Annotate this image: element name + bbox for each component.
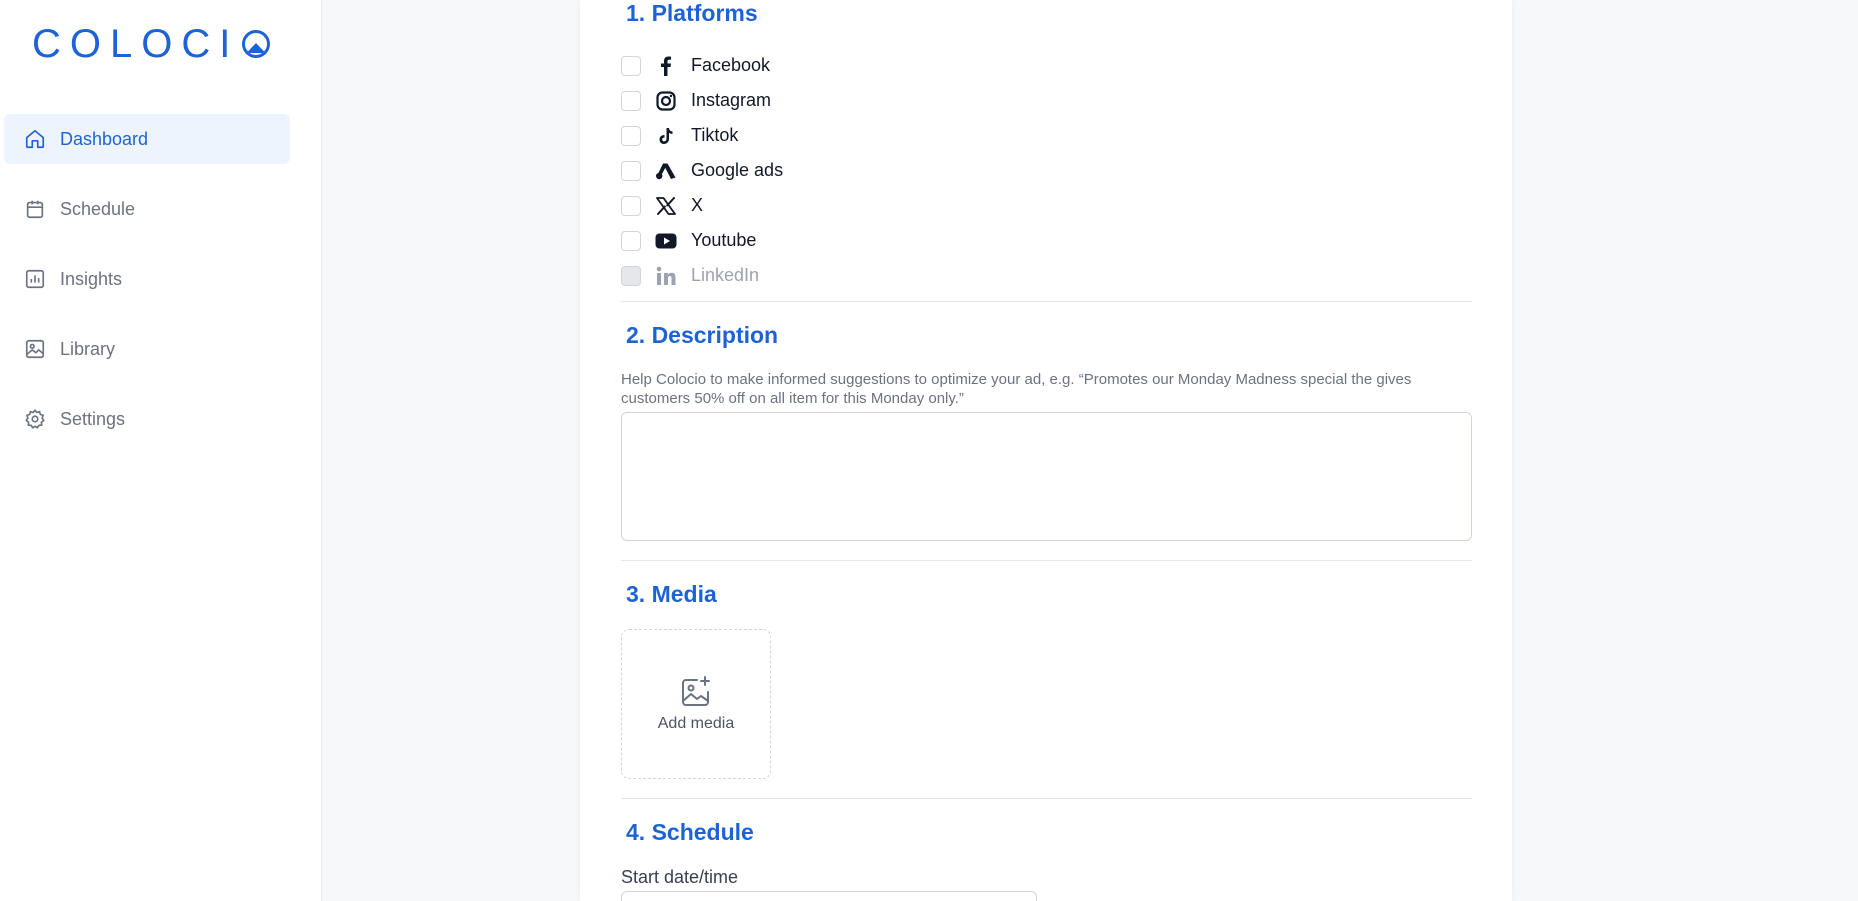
start-datetime-input[interactable] [621, 891, 1037, 901]
sidebar-item-settings[interactable]: Settings [4, 394, 290, 444]
youtube-checkbox[interactable] [621, 230, 641, 251]
home-icon [25, 129, 45, 149]
platform-option-instagram[interactable]: Instagram [621, 83, 783, 118]
platform-option-tiktok[interactable]: Tiktok [621, 118, 783, 153]
platforms-list: Facebook Instagram Tiktok Google ads X Y… [621, 48, 783, 293]
platform-label: Google ads [691, 160, 784, 180]
platform-label: Youtube [691, 230, 757, 250]
platform-option-x[interactable]: X [621, 188, 783, 223]
platform-option-google-ads[interactable]: Google ads [621, 153, 783, 188]
image-icon [25, 339, 45, 359]
add-media-label: Add media [657, 715, 735, 732]
description-title: 2. Description [626, 322, 779, 348]
platform-label: LinkedIn [691, 265, 760, 285]
gear-icon [25, 409, 45, 429]
sidebar-item-label: Schedule [60, 198, 136, 219]
platform-option-facebook[interactable]: Facebook [621, 48, 783, 83]
start-datetime-label: Start date/time [621, 867, 739, 887]
post-form-card: 1. Platforms Facebook Instagram Tiktok G… [580, 0, 1512, 901]
section-divider [621, 798, 1472, 799]
facebook-checkbox[interactable] [621, 55, 641, 76]
bar-chart-icon [25, 269, 45, 289]
platforms-title: 1. Platforms [626, 0, 758, 26]
section-divider [621, 560, 1472, 561]
add-media-button[interactable]: Add media [621, 629, 771, 779]
platform-label: Facebook [691, 55, 771, 75]
facebook-icon [655, 55, 677, 77]
sidebar-item-insights[interactable]: Insights [4, 254, 290, 304]
google-ads-icon [655, 160, 677, 182]
platforms-section: 1. Platforms [621, 0, 758, 27]
logo[interactable]: COLOCI [32, 22, 271, 66]
tiktok-checkbox[interactable] [621, 125, 641, 146]
sidebar-item-label: Settings [60, 408, 126, 429]
linkedin-icon [655, 265, 677, 287]
platform-label: Instagram [691, 90, 772, 110]
platform-label: X [691, 195, 704, 215]
section-divider [621, 301, 1472, 302]
calendar-icon [26, 200, 44, 219]
sidebar-item-schedule[interactable]: Schedule [4, 184, 290, 234]
sidebar-item-label: Library [60, 338, 116, 359]
x-checkbox[interactable] [621, 195, 641, 216]
youtube-icon [655, 230, 677, 252]
linkedin-checkbox [621, 265, 641, 286]
google-ads-checkbox[interactable] [621, 160, 641, 181]
sidebar-nav: Dashboard Schedule Insights Library Sett… [4, 114, 290, 464]
sidebar-item-library[interactable]: Library [4, 324, 290, 374]
sidebar-item-label: Insights [60, 268, 123, 289]
schedule-title: 4. Schedule [626, 819, 754, 845]
logo-text: COLOCI [32, 22, 240, 66]
platform-option-youtube[interactable]: Youtube [621, 223, 783, 258]
sidebar-item-dashboard[interactable]: Dashboard [4, 114, 290, 164]
x-icon [655, 195, 677, 217]
platform-label: Tiktok [691, 125, 739, 145]
sidebar: COLOCI Dashboard Schedule Insights Libra… [0, 0, 322, 901]
add-image-icon [682, 676, 710, 706]
description-help-text: Help Colocio to make informed suggestion… [621, 371, 1412, 407]
instagram-icon [655, 90, 677, 112]
description-textarea[interactable] [621, 412, 1472, 541]
platform-option-linkedin: LinkedIn [621, 258, 783, 293]
logo-mountain-o-icon [242, 30, 271, 58]
sidebar-item-label: Dashboard [60, 128, 149, 149]
media-title: 3. Media [626, 581, 717, 607]
instagram-checkbox[interactable] [621, 90, 641, 111]
tiktok-icon [655, 125, 677, 147]
